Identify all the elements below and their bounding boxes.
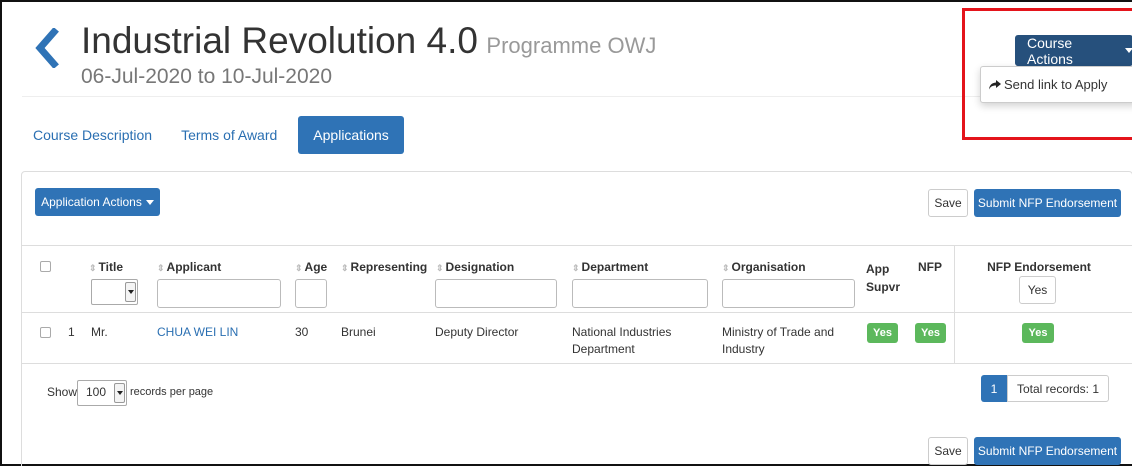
table-header-border [22, 312, 1132, 313]
row-designation: Deputy Director [435, 325, 519, 339]
column-header-app-supvr: App Supvr [866, 262, 901, 294]
send-link-label: Send link to Apply [1004, 77, 1108, 92]
select-all-checkbox[interactable] [40, 261, 51, 272]
row-title: Mr. [91, 325, 108, 339]
column-header-organisation[interactable]: ⇕ Organisation [722, 260, 806, 274]
submit-nfp-endorsement-button-bottom[interactable]: Submit NFP Endorsement [974, 437, 1121, 465]
caret-down-icon [125, 282, 136, 302]
applicant-filter-input[interactable] [157, 279, 281, 308]
applicant-link[interactable]: CHUA WEI LIN [157, 324, 238, 341]
course-actions-button[interactable]: Course Actions [1015, 34, 1132, 67]
save-button-top[interactable]: Save [928, 189, 968, 217]
column-header-age[interactable]: ⇕ Age [295, 260, 327, 274]
table-top-border [22, 245, 1132, 246]
table-column-divider [954, 245, 955, 363]
tab-course-description[interactable]: Course Description [25, 117, 160, 153]
column-header-nfp-endorsement: NFP Endorsement [987, 260, 1091, 274]
column-header-applicant[interactable]: ⇕ Applicant [157, 260, 221, 274]
share-arrow-icon [989, 79, 1001, 89]
age-filter-input[interactable] [295, 279, 327, 308]
column-header-designation[interactable]: ⇕ Designation [436, 260, 514, 274]
department-filter-input[interactable] [572, 279, 708, 308]
row-organisation: Ministry of Trade and Industry [722, 325, 835, 356]
show-label: Show [47, 385, 78, 399]
caret-down-icon [114, 383, 125, 403]
application-actions-button[interactable]: Application Actions [35, 188, 160, 216]
row-age: 30 [295, 325, 309, 339]
pagination-page-1[interactable]: 1 [981, 375, 1007, 402]
save-button-bottom[interactable]: Save [928, 437, 968, 465]
course-date-range: 06-Jul-2020 to 10-Jul-2020 [81, 65, 332, 88]
title-filter-select[interactable] [91, 279, 138, 305]
designation-filter-input[interactable] [435, 279, 557, 308]
page-size-select[interactable]: 100 [77, 380, 127, 406]
row-department: National Industries Department [572, 325, 672, 356]
records-per-page-label: records per page [130, 386, 214, 398]
organisation-filter-input[interactable] [722, 279, 855, 308]
back-chevron-icon[interactable] [32, 27, 62, 69]
row-index: 1 [68, 325, 75, 339]
submit-nfp-endorsement-button-top[interactable]: Submit NFP Endorsement [974, 189, 1121, 217]
caret-down-icon [1125, 48, 1132, 53]
tab-bar: Course Description Terms of Award Applic… [25, 116, 417, 154]
page-title: Industrial Revolution 4.0 Programme OWJ [81, 20, 656, 62]
page-size-value: 100 [86, 385, 107, 399]
course-actions-label: Course Actions [1027, 34, 1073, 67]
tab-applications[interactable]: Applications [298, 116, 404, 154]
column-header-nfp: NFP [918, 260, 942, 274]
column-header-department[interactable]: ⇕ Department [572, 260, 648, 274]
nfp-yes-badge: Yes [915, 323, 946, 343]
course-title: Industrial Revolution 4.0 [81, 20, 478, 61]
total-records-label: Total records: 1 [1007, 375, 1109, 402]
nfp-endorsement-yes-filter-button[interactable]: Yes [1019, 276, 1056, 304]
app-supvr-yes-badge: Yes [867, 323, 898, 343]
programme-label: Programme OWJ [486, 33, 657, 58]
row-representing: Brunei [341, 325, 376, 339]
row-checkbox[interactable] [40, 327, 51, 338]
nfp-endorsement-yes-badge: Yes [1022, 323, 1054, 343]
caret-down-icon [145, 199, 154, 205]
send-link-to-apply-menu-item[interactable]: Send link to Apply [980, 66, 1132, 103]
application-actions-label: Application Actions [41, 195, 142, 209]
table-bottom-border [22, 363, 1132, 364]
column-header-representing[interactable]: ⇕ Representing [341, 260, 427, 274]
column-header-title[interactable]: ⇕ Title [89, 260, 123, 274]
tab-terms-of-award[interactable]: Terms of Award [173, 117, 285, 153]
